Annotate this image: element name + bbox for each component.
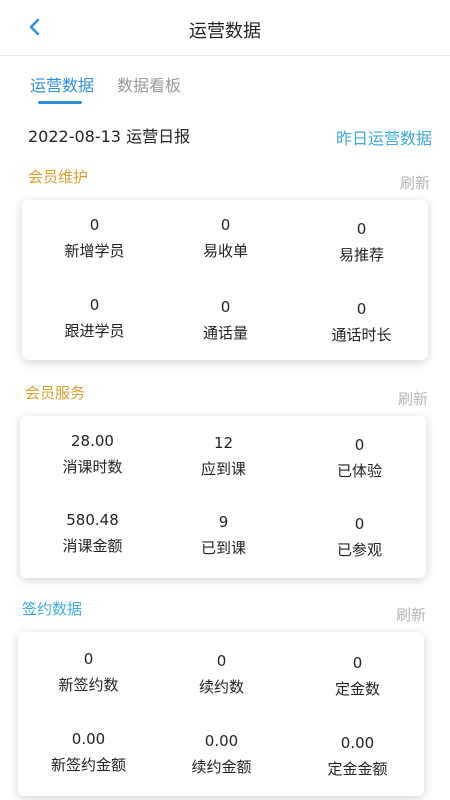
stat-renewals: 0 续约数 bbox=[198, 652, 244, 696]
stat-lesson-amount: 580.48 消课金额 bbox=[62, 511, 123, 555]
contract-data-card: 0 新签约数 0 续约数 0 定金数 0.00 新签约金额 0.00 续约金额 … bbox=[18, 632, 424, 796]
top-bar: 运营数据 bbox=[0, 0, 450, 56]
stat-lesson-hours: 28.00 消课时数 bbox=[62, 432, 123, 476]
stat-call-volume: 0 通话量 bbox=[202, 298, 248, 342]
stat-new-students: 0 新增学员 bbox=[64, 216, 125, 260]
stat-call-duration: 0 通话时长 bbox=[331, 300, 392, 344]
tab-operations-data[interactable]: 运营数据 bbox=[30, 72, 94, 96]
active-tab-indicator bbox=[38, 101, 82, 104]
section-title-member-maintenance: 会员维护 bbox=[28, 168, 89, 186]
tab-data-dashboard[interactable]: 数据看板 bbox=[117, 72, 181, 96]
page-title: 运营数据 bbox=[189, 21, 261, 42]
section-title-contract-data: 签约数据 bbox=[22, 600, 83, 618]
stat-new-contract-amount: 0.00 新签约金额 bbox=[50, 730, 126, 774]
stat-new-contracts: 0 新签约数 bbox=[58, 650, 119, 694]
stat-attended: 9 已到课 bbox=[200, 513, 246, 557]
section-title-member-service: 会员服务 bbox=[25, 384, 86, 402]
refresh-button-member-maintenance[interactable]: 刷新 bbox=[400, 172, 430, 193]
member-service-card: 28.00 消课时数 12 应到课 0 已体验 580.48 消课金额 9 已到… bbox=[20, 416, 426, 578]
refresh-button-member-service[interactable]: 刷新 bbox=[398, 388, 428, 409]
stat-deposits: 0 定金数 bbox=[334, 654, 380, 698]
refresh-button-contract-data[interactable]: 刷新 bbox=[396, 604, 426, 625]
stat-deposit-amount: 0.00 定金金额 bbox=[327, 734, 388, 778]
stat-trialed: 0 已体验 bbox=[336, 436, 382, 480]
yesterday-data-link[interactable]: 昨日运营数据 bbox=[336, 125, 432, 149]
member-maintenance-card: 0 新增学员 0 易收单 0 易推荐 0 跟进学员 0 通话量 0 通话时长 bbox=[22, 200, 428, 360]
stat-easy-receipts: 0 易收单 bbox=[202, 216, 248, 260]
stat-renewal-amount: 0.00 续约金额 bbox=[191, 732, 252, 776]
report-date-title: 2022-08-13 运营日报 bbox=[28, 127, 191, 146]
stat-easy-referrals: 0 易推荐 bbox=[338, 220, 384, 264]
tab-bar: 运营数据 数据看板 bbox=[0, 56, 450, 106]
stat-visited: 0 已参观 bbox=[336, 515, 382, 559]
stat-follow-up-students: 0 跟进学员 bbox=[64, 296, 125, 340]
stat-expected-attendance: 12 应到课 bbox=[200, 434, 246, 478]
